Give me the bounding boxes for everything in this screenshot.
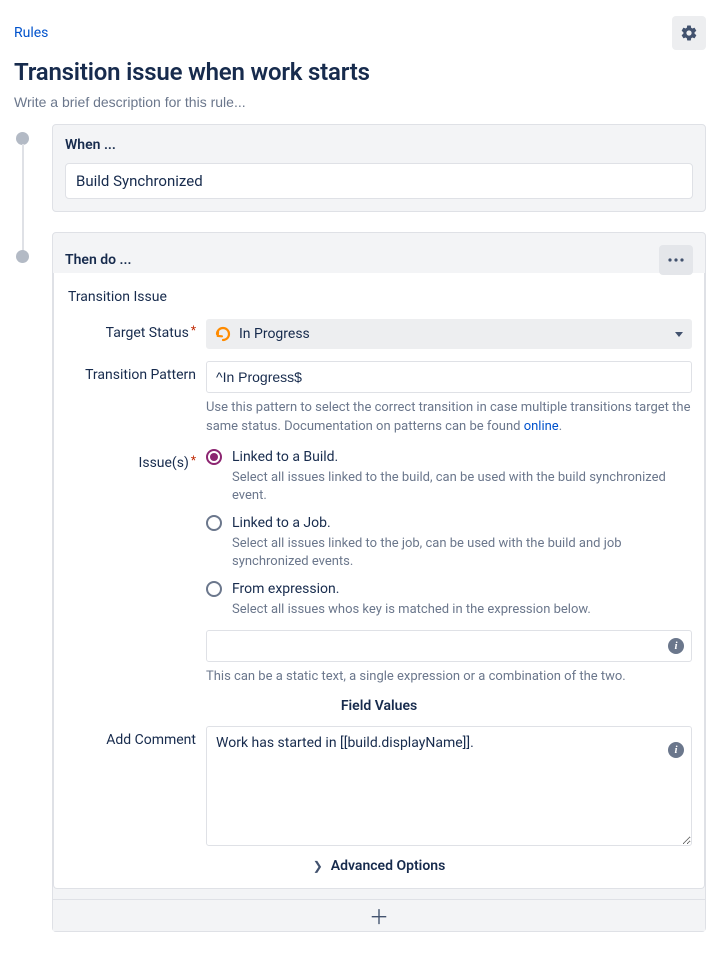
add-action-button[interactable]: ＋ [53,899,705,931]
add-comment-textarea[interactable] [206,726,692,846]
page-title: Transition issue when work starts [14,58,706,86]
when-block: When ... Build Synchronized [52,124,706,212]
then-more-button[interactable] [659,245,693,275]
target-status-value: In Progress [239,326,310,342]
pattern-doc-link[interactable]: online [524,419,559,434]
rule-description-input[interactable] [14,94,706,110]
timeline-connector [22,144,24,252]
radio-from-expression-label: From expression. [232,581,339,597]
radio-linked-to-build-label: Linked to a Build. [232,449,338,465]
chevron-right-icon: ❯ [313,859,323,873]
expression-input[interactable] [206,630,692,662]
then-block: Then do ... Transition Issue Target Stat… [52,232,706,932]
radio-linked-to-build-help: Select all issues linked to the build, c… [232,469,692,505]
timeline [16,126,34,932]
action-title: Transition Issue [66,287,692,319]
radio-linked-to-build[interactable] [206,449,222,465]
gear-icon [680,24,698,42]
action-card: Transition Issue Target Status In Progre… [53,273,705,889]
timeline-dot-when [16,132,29,145]
transition-pattern-help: Use this pattern to select the correct t… [206,399,692,437]
chevron-down-icon [675,332,683,337]
expression-help: This can be a static text, a single expr… [206,668,692,687]
field-values-heading: Field Values [66,698,692,714]
then-heading: Then do ... [65,252,131,268]
plus-icon: ＋ [369,901,389,930]
radio-from-expression-help: Select all issues whos key is matched in… [232,601,692,619]
target-status-select[interactable]: In Progress [206,319,692,349]
transition-pattern-input[interactable] [206,361,692,393]
radio-from-expression[interactable] [206,581,222,597]
target-status-label: Target Status [66,319,206,341]
advanced-options-label: Advanced Options [331,858,445,874]
radio-linked-to-job-label: Linked to a Job. [232,515,331,531]
rule-settings-button[interactable] [672,16,706,50]
add-comment-label: Add Comment [66,726,206,748]
advanced-options-toggle[interactable]: ❯ Advanced Options [66,858,692,874]
transition-pattern-label: Transition Pattern [66,361,206,383]
more-icon [667,258,685,262]
when-heading: When ... [65,137,116,153]
issues-label: Issue(s) [66,449,206,471]
radio-linked-to-job[interactable] [206,515,222,531]
info-icon[interactable]: i [668,638,684,654]
breadcrumb-rules-link[interactable]: Rules [14,23,48,43]
in-progress-icon [215,326,231,342]
trigger-select[interactable]: Build Synchronized [65,163,693,199]
timeline-dot-then [16,250,29,263]
radio-linked-to-job-help: Select all issues linked to the job, can… [232,535,692,571]
